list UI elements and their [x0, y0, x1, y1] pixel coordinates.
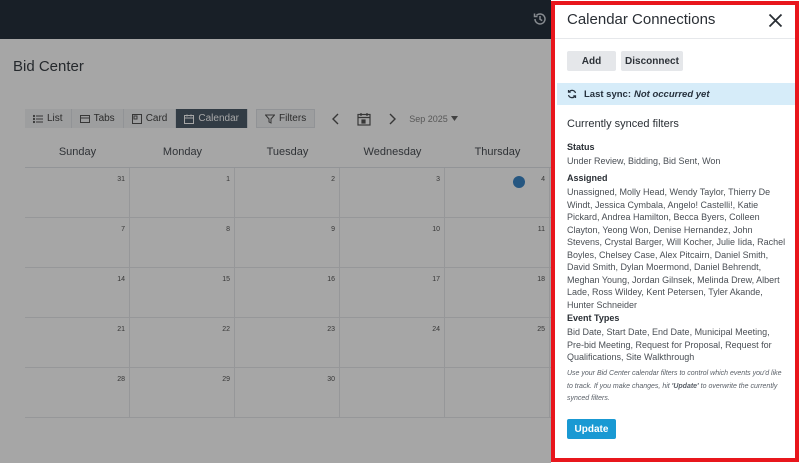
sync-icon: [567, 89, 577, 99]
panel-divider: [555, 38, 795, 39]
update-button[interactable]: Update: [567, 419, 616, 439]
add-button[interactable]: Add: [567, 51, 616, 71]
status-values: Under Review, Bidding, Bid Sent, Won: [567, 156, 721, 166]
assigned-label: Assigned: [567, 173, 608, 183]
sync-status-bar: Last sync: Not occurred yet: [557, 83, 795, 105]
close-icon[interactable]: [768, 13, 783, 28]
assigned-filter-group: Assigned Unassigned, Molly Head, Wendy T…: [567, 172, 789, 311]
disconnect-button[interactable]: Disconnect: [621, 51, 683, 71]
sync-label: Last sync:: [584, 88, 631, 100]
sync-value: Not occurred yet: [634, 88, 710, 100]
help-text: Use your Bid Center calendar filters to …: [567, 368, 789, 406]
event-types-filter-group: Event Types Bid Date, Start Date, End Da…: [567, 312, 789, 364]
event-types-values: Bid Date, Start Date, End Date, Municipa…: [567, 327, 772, 362]
app-root: Bid Center List Tabs Card Calendar Filte…: [0, 0, 800, 463]
panel-title: Calendar Connections: [567, 11, 716, 28]
status-label: Status: [567, 142, 595, 152]
event-types-label: Event Types: [567, 313, 620, 323]
help-text-emphasis: 'Update': [671, 382, 699, 390]
synced-filters-heading: Currently synced filters: [567, 118, 679, 130]
status-filter-group: Status Under Review, Bidding, Bid Sent, …: [567, 141, 789, 168]
assigned-values: Unassigned, Molly Head, Wendy Taylor, Th…: [567, 187, 786, 310]
